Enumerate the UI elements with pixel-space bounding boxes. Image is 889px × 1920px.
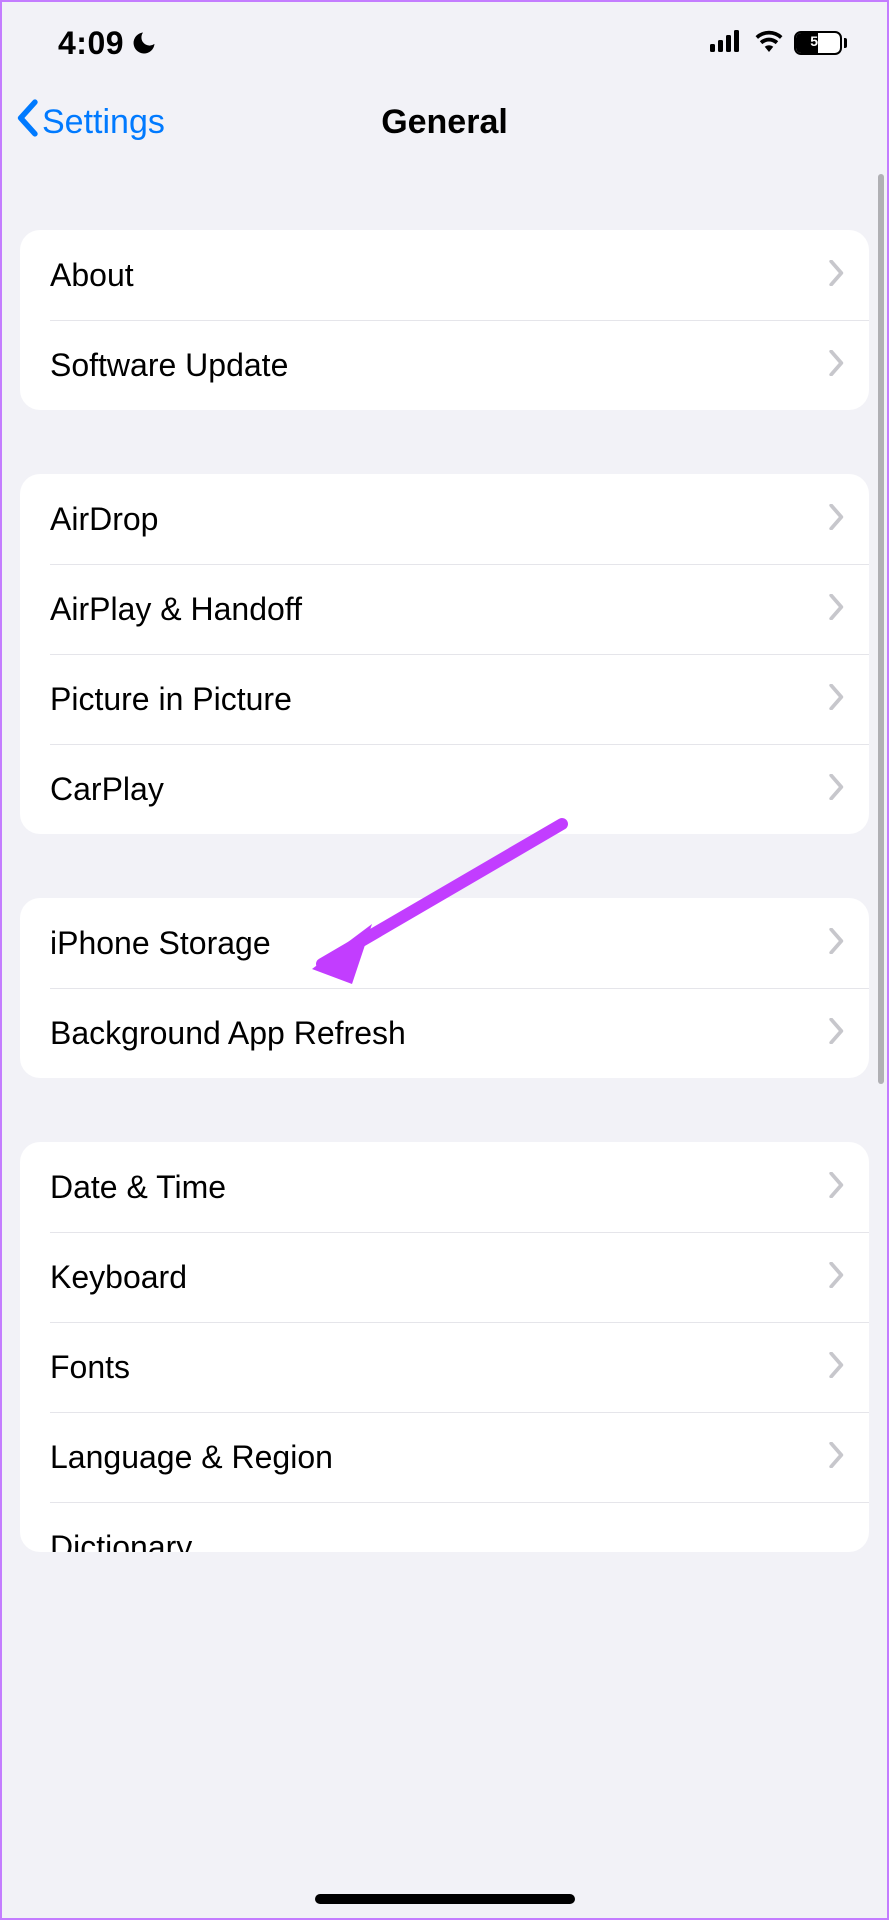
back-label: Settings [42, 103, 165, 142]
row-about[interactable]: About [20, 230, 869, 320]
row-label: Dictionary [50, 1529, 192, 1552]
row-airplay-handoff[interactable]: AirPlay & Handoff [20, 564, 869, 654]
status-bar: 4:09 50 [2, 2, 887, 72]
nav-header: Settings General [2, 72, 887, 172]
chevron-right-icon [829, 928, 845, 959]
chevron-right-icon [829, 1262, 845, 1293]
row-dictionary[interactable]: Dictionary [20, 1502, 869, 1552]
row-label: AirPlay & Handoff [50, 591, 302, 628]
page-title: General [381, 103, 508, 142]
chevron-right-icon [829, 774, 845, 805]
home-indicator[interactable] [315, 1894, 575, 1904]
row-keyboard[interactable]: Keyboard [20, 1232, 869, 1322]
row-label: Background App Refresh [50, 1015, 406, 1052]
row-label: Date & Time [50, 1169, 226, 1206]
row-date-time[interactable]: Date & Time [20, 1142, 869, 1232]
row-label: Fonts [50, 1349, 130, 1386]
chevron-right-icon [829, 504, 845, 535]
row-label: About [50, 257, 134, 294]
row-picture-in-picture[interactable]: Picture in Picture [20, 654, 869, 744]
chevron-right-icon [829, 260, 845, 291]
row-label: CarPlay [50, 771, 164, 808]
settings-group: AirDrop AirPlay & Handoff Picture in Pic… [20, 474, 869, 834]
chevron-right-icon [829, 350, 845, 381]
row-iphone-storage[interactable]: iPhone Storage [20, 898, 869, 988]
back-button[interactable]: Settings [14, 99, 165, 146]
settings-group: Date & Time Keyboard Fonts Language & Re… [20, 1142, 869, 1552]
wifi-icon [754, 30, 784, 57]
chevron-left-icon [14, 99, 40, 146]
chevron-right-icon [829, 1172, 845, 1203]
chevron-right-icon [829, 594, 845, 625]
battery-percent: 50 [796, 33, 840, 49]
row-label: Picture in Picture [50, 681, 292, 718]
status-left: 4:09 [58, 25, 158, 62]
scrollbar[interactable] [878, 174, 884, 1084]
row-label: AirDrop [50, 501, 158, 538]
row-fonts[interactable]: Fonts [20, 1322, 869, 1412]
dnd-moon-icon [130, 29, 158, 57]
content-scroll[interactable]: About Software Update AirDrop AirPlay & … [2, 172, 887, 1552]
row-label: Keyboard [50, 1259, 187, 1296]
status-time: 4:09 [58, 25, 124, 62]
battery-icon: 50 [794, 31, 847, 55]
settings-group: iPhone Storage Background App Refresh [20, 898, 869, 1078]
row-carplay[interactable]: CarPlay [20, 744, 869, 834]
cellular-signal-icon [710, 30, 744, 57]
row-airdrop[interactable]: AirDrop [20, 474, 869, 564]
row-label: iPhone Storage [50, 925, 271, 962]
row-background-app-refresh[interactable]: Background App Refresh [20, 988, 869, 1078]
chevron-right-icon [829, 1018, 845, 1049]
chevron-right-icon [829, 1442, 845, 1473]
chevron-right-icon [829, 1352, 845, 1383]
row-language-region[interactable]: Language & Region [20, 1412, 869, 1502]
row-software-update[interactable]: Software Update [20, 320, 869, 410]
chevron-right-icon [829, 684, 845, 715]
settings-group: About Software Update [20, 230, 869, 410]
status-right: 50 [710, 30, 847, 57]
row-label: Language & Region [50, 1439, 333, 1476]
row-label: Software Update [50, 347, 288, 384]
